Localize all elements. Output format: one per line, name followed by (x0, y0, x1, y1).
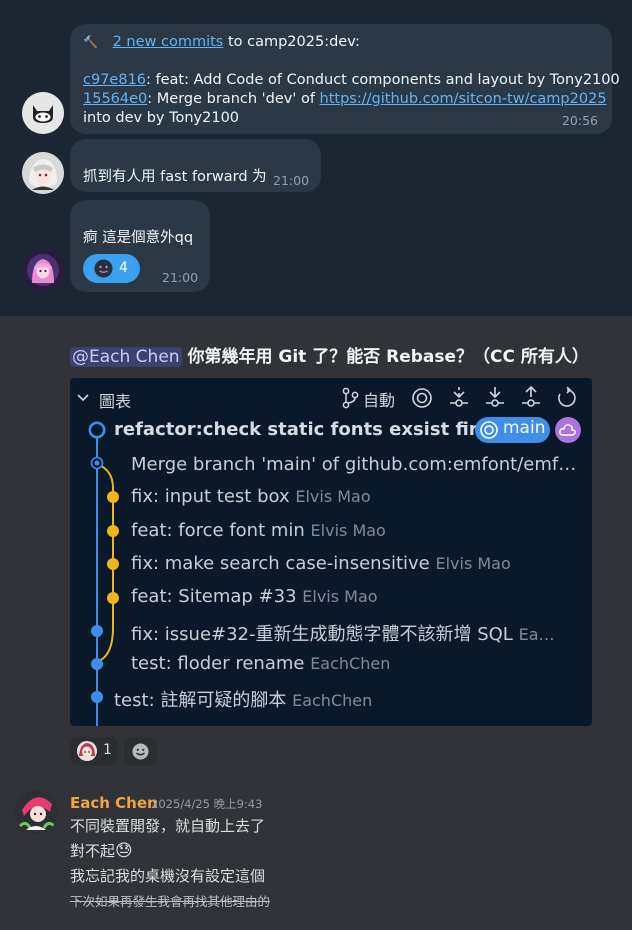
commit-message[interactable]: fix: input test box Elvis Mao (131, 486, 371, 507)
message-author[interactable]: Each Chen (70, 794, 158, 812)
user-avatar[interactable] (22, 152, 64, 194)
head-commit-dot (88, 421, 106, 439)
anime-avatar-icon (14, 790, 58, 834)
anime-avatar-icon (22, 152, 64, 194)
git-graph-image[interactable]: 圖表 自動 refactor:check static fonts exsist… (70, 378, 592, 726)
message-timestamp: 2025/4/25 晚上9:43 (151, 797, 263, 811)
message-text: 不同裝置開發，就自動上去了 (70, 817, 266, 835)
message-text: 抓到有人用 fast forward 为 (83, 169, 267, 185)
reaction-count: 4 (119, 260, 128, 276)
commit-author: Elvis Mao (295, 487, 371, 506)
commit-dot (107, 592, 119, 604)
branch-badge-label: main (503, 418, 546, 438)
message-title: @Each Chen 你第幾年用 Git 了？能否 Rebase？（CC 所有人… (70, 342, 589, 367)
commits-target-text: to camp2025:dev: (223, 34, 360, 50)
message-subtext: 下次如果再發生我會再找其他理由的 (70, 894, 271, 909)
commit-message: : feat: Add Code of Conduct components a… (146, 72, 620, 88)
commit-author: Elvis Mao (435, 554, 511, 573)
bot-avatar[interactable] (22, 92, 64, 134)
commit-message[interactable]: feat: Sitemap #33 Elvis Mao (131, 586, 378, 607)
message-time: 20:56 (561, 113, 598, 128)
downcast-face-icon: 😓 (115, 841, 133, 861)
anime-avatar-icon (22, 249, 64, 291)
commit-message[interactable]: fix: issue#32-重新生成動態字體不該新增 SQL Ea… (131, 620, 555, 646)
telegram-chat: 🔨 2 new commits to camp2025:dev: c97e816… (0, 0, 632, 316)
commit-dot (107, 558, 119, 570)
commit-author: EachChen (292, 691, 373, 710)
commit-message[interactable]: Merge branch 'main' of github.com:emfont… (131, 454, 576, 475)
smiling-face-icon (94, 259, 113, 278)
commit-message[interactable]: refactor:check static fonts exsist fir… (114, 419, 496, 440)
commit-message[interactable]: test: floder rename EachChen (131, 653, 390, 674)
title-text: 你第幾年用 Git 了？能否 Rebase？（CC 所有人） (181, 347, 589, 367)
message-bubble: 抓到有人用 fast forward 为 21:00 (70, 139, 321, 192)
commit-dot (91, 691, 103, 703)
message-text: 我忘記我的桌機沒有設定這個 (70, 867, 266, 885)
reaction-count: 1 (103, 742, 112, 758)
user-avatar[interactable] (22, 249, 64, 291)
reaction-chip[interactable]: 1 (70, 737, 118, 765)
repo-url-link[interactable]: https://github.com/sitcon-tw/camp2025 (320, 91, 607, 107)
cloud-icon (559, 424, 576, 436)
add-reaction-button[interactable] (124, 737, 157, 765)
merge-commit-dot (90, 456, 104, 470)
add-reaction-icon (132, 743, 149, 760)
commit-author: Ea… (518, 625, 555, 644)
commit-hash-link[interactable]: 15564e0 (83, 91, 147, 107)
message-time: 21:00 (162, 270, 199, 285)
commit-message-tail: into dev by Tony2100 (83, 110, 240, 126)
commit-dot (107, 525, 119, 537)
user-avatar[interactable] (14, 790, 58, 834)
branch-badge-main[interactable]: main (475, 417, 550, 443)
octocat-icon (22, 92, 64, 134)
commits-link[interactable]: 2 new commits (113, 34, 224, 50)
commit-dot (107, 491, 119, 503)
commit-message[interactable]: fix: make search case-insensitive Elvis … (131, 553, 511, 574)
cloud-badge[interactable] (555, 417, 581, 443)
commit-author: Elvis Mao (302, 587, 378, 606)
message-bubble: 痾 這是個意外qq 4 21:00 (70, 200, 210, 292)
reaction-chip[interactable]: 4 (83, 254, 140, 283)
anime-character-emoji-icon (77, 741, 97, 761)
commit-dot (91, 625, 103, 637)
user-mention[interactable]: @Each Chen (70, 347, 182, 367)
commit-dot (91, 658, 103, 670)
commit-notification-bubble: 🔨 2 new commits to camp2025:dev: c97e816… (70, 24, 620, 134)
message-text: 對不起😓 (70, 841, 133, 861)
hammer-icon: 🔨 (83, 35, 98, 49)
commit-message[interactable]: test: 註解可疑的腳本 EachChen (114, 686, 372, 712)
message-time: 21:00 (273, 173, 310, 188)
target-icon (480, 421, 498, 439)
message-text: 痾 這是個意外qq (83, 230, 194, 246)
commit-message: : Merge branch 'dev' of (147, 91, 320, 107)
commit-hash-link[interactable]: c97e816 (83, 72, 146, 88)
commit-message[interactable]: feat: force font min Elvis Mao (131, 520, 386, 541)
commit-author: Elvis Mao (310, 521, 386, 540)
commit-author: EachChen (310, 654, 391, 673)
